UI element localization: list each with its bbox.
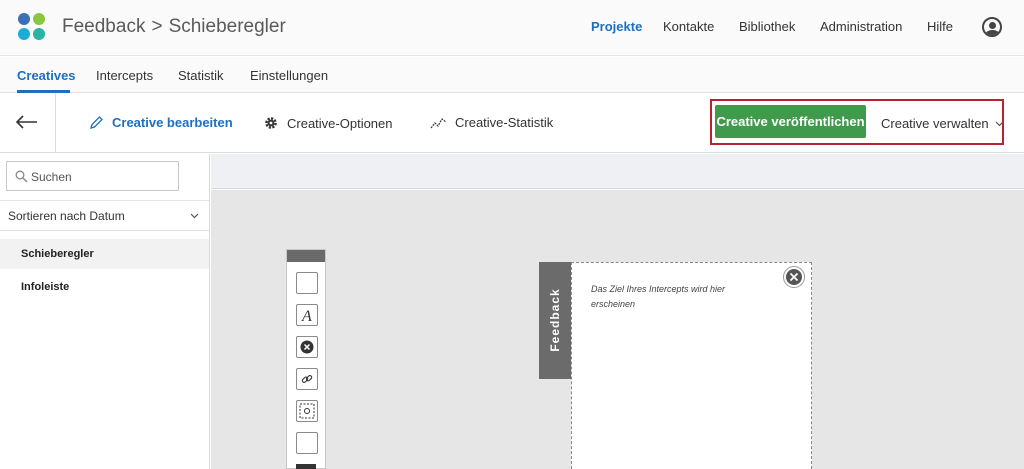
palette-more-indicator bbox=[296, 464, 316, 469]
nav-hilfe[interactable]: Hilfe bbox=[927, 19, 953, 34]
edit-creative-button[interactable]: Creative bearbeiten bbox=[89, 115, 233, 130]
line-chart-icon bbox=[430, 117, 447, 128]
breadcrumb-separator: > bbox=[151, 16, 163, 37]
publish-creative-button[interactable]: Creative veröffentlichen bbox=[715, 105, 866, 138]
creative-toolbar: Creative bearbeiten Creative-Optionen Cr… bbox=[0, 93, 1024, 153]
tab-statistik[interactable]: Statistik bbox=[178, 68, 224, 83]
top-header: Feedback > Schieberegler Projekte Kontakte… bbox=[0, 0, 1024, 56]
slider-close-button[interactable] bbox=[784, 267, 804, 287]
nav-projekte[interactable]: Projekte bbox=[591, 19, 642, 34]
manage-creative-label: Creative verwalten bbox=[881, 116, 989, 131]
slider-content-panel[interactable]: Das Ziel Ihres Intercepts wird hier ersc… bbox=[571, 262, 812, 469]
edit-creative-label: Creative bearbeiten bbox=[112, 115, 233, 130]
creative-statistics-button[interactable]: Creative-Statistik bbox=[430, 115, 553, 130]
chevron-down-icon bbox=[995, 121, 1004, 126]
breadcrumb-project[interactable]: Feedback bbox=[62, 16, 145, 37]
add-link-area-tool[interactable] bbox=[296, 400, 318, 422]
add-link-tool[interactable] bbox=[296, 368, 318, 390]
search-box[interactable] bbox=[6, 161, 179, 191]
back-button[interactable] bbox=[0, 93, 56, 153]
palette-drag-handle[interactable] bbox=[287, 250, 325, 262]
tab-intercepts[interactable]: Intercepts bbox=[96, 68, 153, 83]
pencil-icon bbox=[90, 116, 103, 129]
intercept-target-placeholder: Das Ziel Ihres Intercepts wird hier ersc… bbox=[591, 284, 726, 309]
nav-bibliothek[interactable]: Bibliothek bbox=[739, 19, 795, 34]
close-icon bbox=[789, 272, 799, 282]
manage-creative-dropdown[interactable]: Creative verwalten bbox=[881, 116, 1004, 131]
link-icon bbox=[301, 375, 313, 383]
creative-options-button[interactable]: Creative-Optionen bbox=[263, 115, 393, 131]
sort-label: Sortieren nach Datum bbox=[8, 209, 125, 223]
project-tabs: Creatives Intercepts Statistik Einstellu… bbox=[0, 57, 1024, 93]
slider-tab-label: Feedback bbox=[548, 288, 562, 352]
creative-statistics-label: Creative-Statistik bbox=[455, 115, 554, 130]
creative-list-item-schieberegler[interactable]: Schieberegler bbox=[0, 239, 209, 269]
list-item-label: Infoleiste bbox=[21, 281, 70, 293]
breadcrumb-page: Schieberegler bbox=[168, 16, 286, 37]
canvas-header-bar bbox=[211, 154, 1024, 189]
user-account-icon[interactable] bbox=[982, 17, 1002, 37]
add-close-button-tool[interactable] bbox=[296, 336, 318, 358]
close-circle-icon bbox=[300, 340, 314, 354]
add-container-tool[interactable] bbox=[296, 272, 318, 294]
search-input[interactable] bbox=[31, 167, 171, 187]
tab-einstellungen[interactable]: Einstellungen bbox=[250, 68, 328, 83]
add-text-tool[interactable]: A bbox=[296, 304, 318, 326]
search-icon bbox=[15, 170, 28, 183]
dashed-link-icon bbox=[299, 403, 315, 419]
text-a-icon: A bbox=[301, 308, 312, 323]
creatives-sidebar: Sortieren nach Datum Schieberegler Infol… bbox=[0, 154, 210, 469]
nav-administration[interactable]: Administration bbox=[820, 19, 902, 34]
list-item-label: Schieberegler bbox=[21, 248, 94, 260]
sort-dropdown[interactable]: Sortieren nach Datum bbox=[0, 200, 209, 231]
nav-kontakte[interactable]: Kontakte bbox=[663, 19, 714, 34]
logo-icon[interactable] bbox=[18, 13, 46, 41]
gear-icon bbox=[265, 117, 277, 129]
creative-list-item-infoleiste[interactable]: Infoleiste bbox=[0, 272, 209, 302]
chevron-down-icon bbox=[190, 213, 199, 219]
arrow-left-icon bbox=[16, 115, 37, 129]
slider-feedback-tab[interactable]: Feedback bbox=[539, 262, 572, 379]
creative-options-label: Creative-Optionen bbox=[287, 115, 393, 131]
add-image-tool[interactable] bbox=[296, 432, 318, 454]
tab-creatives[interactable]: Creatives bbox=[17, 68, 76, 83]
page-title: Feedback > Schieberegler bbox=[62, 16, 286, 38]
element-palette[interactable]: A bbox=[286, 249, 326, 469]
svg-text:A: A bbox=[301, 308, 312, 323]
